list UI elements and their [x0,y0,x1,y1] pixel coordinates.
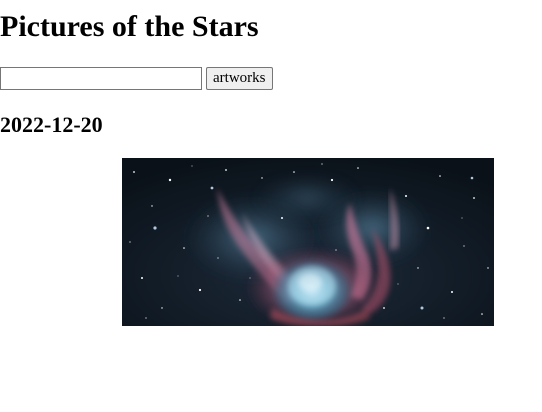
astronomy-image [122,158,494,326]
artworks-button[interactable]: artworks [206,67,273,90]
search-input[interactable] [0,67,202,90]
page: Pictures of the Stars artworks 2022-12-2… [0,0,542,412]
result-date: 2022-12-20 [0,112,103,137]
page-title: Pictures of the Stars [0,10,259,43]
search-bar: artworks [0,67,273,90]
